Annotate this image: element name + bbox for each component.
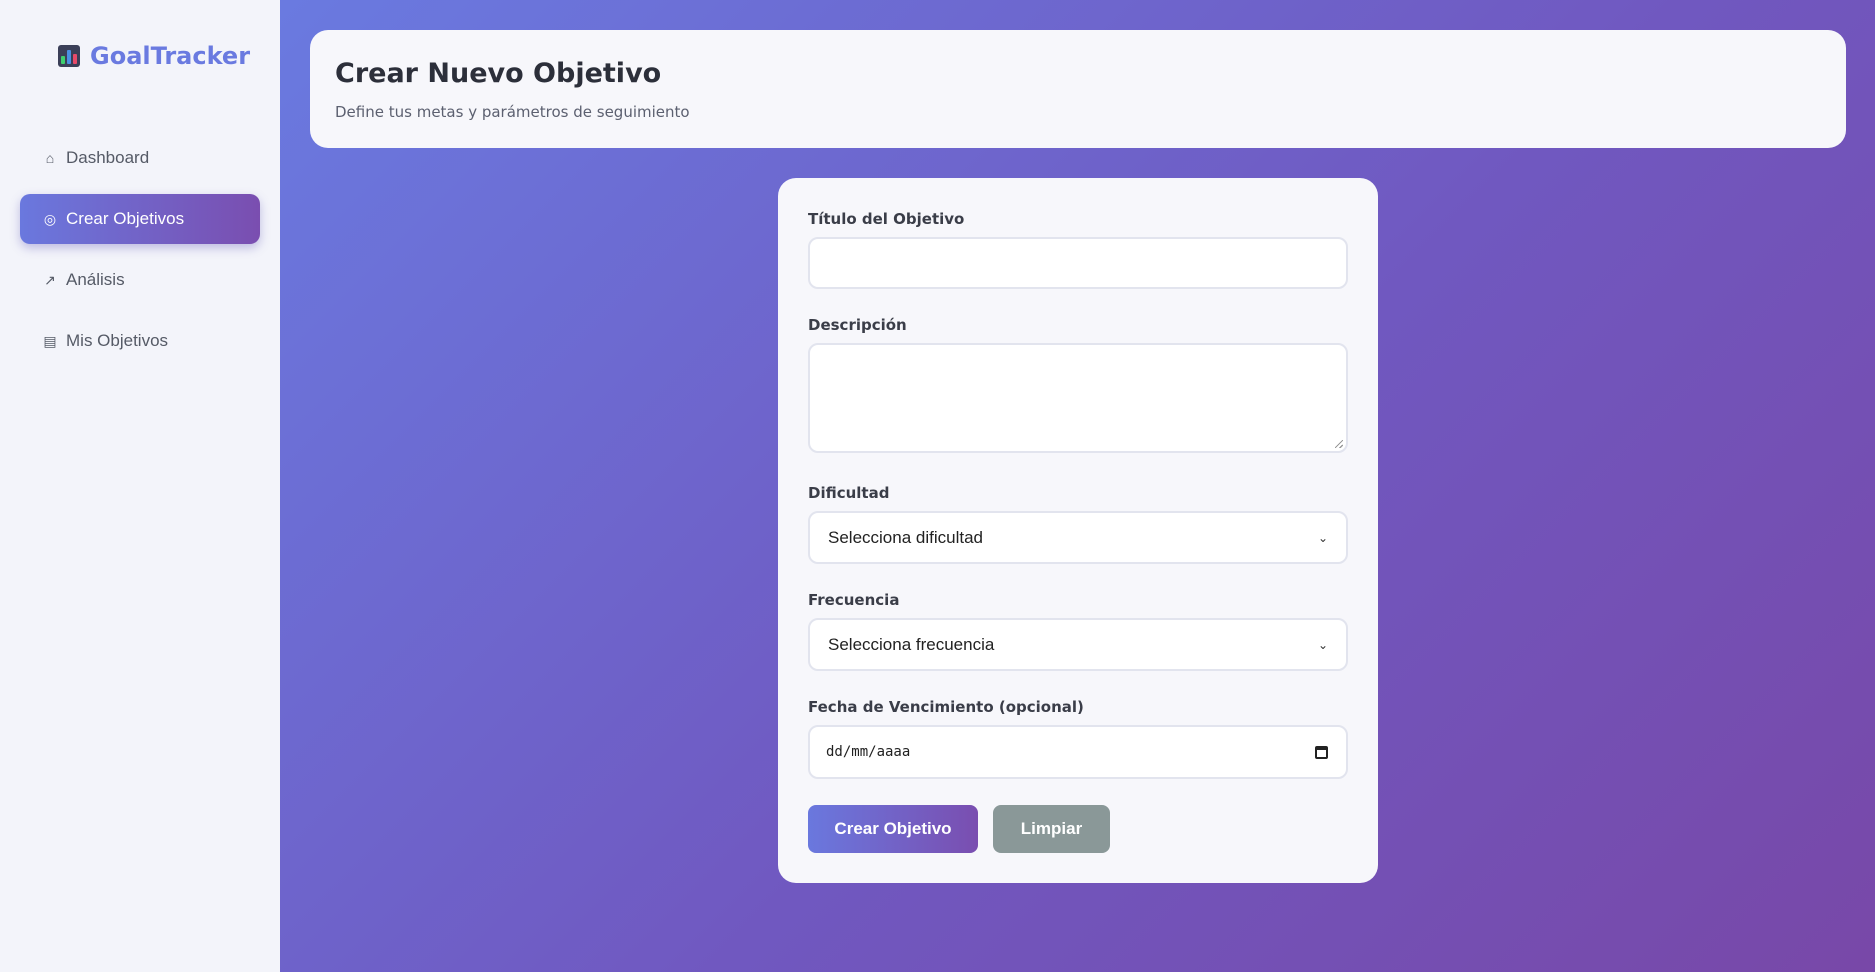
app-name: GoalTracker xyxy=(90,42,251,70)
sidebar-item-mis-objetivos[interactable]: ▤ Mis Objetivos xyxy=(20,316,260,366)
page-subtitle: Define tus metas y parámetros de seguimi… xyxy=(335,103,690,121)
clipboard-icon: ▤ xyxy=(43,333,57,349)
page-header: Crear Nuevo Objetivo Define tus metas y … xyxy=(310,30,1846,148)
sidebar-item-crear-objetivos[interactable]: ◎ Crear Objetivos xyxy=(20,194,260,244)
frequency-selected: Selecciona frecuencia xyxy=(828,634,995,654)
difficulty-select[interactable]: Selecciona dificultad ⌄ xyxy=(808,511,1348,564)
title-label: Título del Objetivo xyxy=(808,210,965,228)
frequency-label: Frecuencia xyxy=(808,591,900,609)
sidebar-item-analisis[interactable]: ↗ Análisis xyxy=(20,255,260,305)
app-logo[interactable]: GoalTracker xyxy=(58,42,250,70)
sidebar-item-label: Análisis xyxy=(66,270,125,289)
sidebar-item-label: Crear Objetivos xyxy=(66,209,185,228)
clear-button[interactable]: Limpiar xyxy=(993,805,1110,853)
line-chart-icon: ↗ xyxy=(44,272,56,288)
frequency-select[interactable]: Selecciona frecuencia ⌄ xyxy=(808,618,1348,671)
main-content: Crear Nuevo Objetivo Define tus metas y … xyxy=(280,0,1875,972)
difficulty-label: Dificultad xyxy=(808,484,890,502)
due-date-placeholder: dd/mm/aaaa xyxy=(826,744,911,760)
description-label: Descripción xyxy=(808,316,907,334)
goal-form: Título del Objetivo Descripción Dificult… xyxy=(778,178,1378,883)
house-icon: ⌂ xyxy=(45,150,55,166)
sidebar-item-label: Dashboard xyxy=(66,148,150,167)
due-date-input[interactable]: dd/mm/aaaa xyxy=(808,725,1348,779)
sidebar-item-dashboard[interactable]: ⌂ Dashboard xyxy=(20,133,260,183)
difficulty-selected: Selecciona dificultad xyxy=(828,527,983,547)
resize-handle-icon[interactable] xyxy=(1335,440,1343,448)
description-textarea[interactable] xyxy=(808,343,1348,453)
due-date-label: Fecha de Vencimiento (opcional) xyxy=(808,698,1084,716)
title-input[interactable] xyxy=(808,237,1348,289)
bar-chart-icon xyxy=(58,45,80,67)
sidebar-item-label: Mis Objetivos xyxy=(66,331,169,350)
chevron-down-icon: ⌄ xyxy=(1317,637,1328,652)
target-icon: ◎ xyxy=(43,211,57,227)
calendar-icon[interactable] xyxy=(1315,745,1328,759)
page-title: Crear Nuevo Objetivo xyxy=(335,58,662,89)
create-goal-button[interactable]: Crear Objetivo xyxy=(808,805,978,853)
chevron-down-icon: ⌄ xyxy=(1317,530,1328,545)
sidebar: GoalTracker ⌂ Dashboard ◎ Crear Objetivo… xyxy=(0,0,280,972)
